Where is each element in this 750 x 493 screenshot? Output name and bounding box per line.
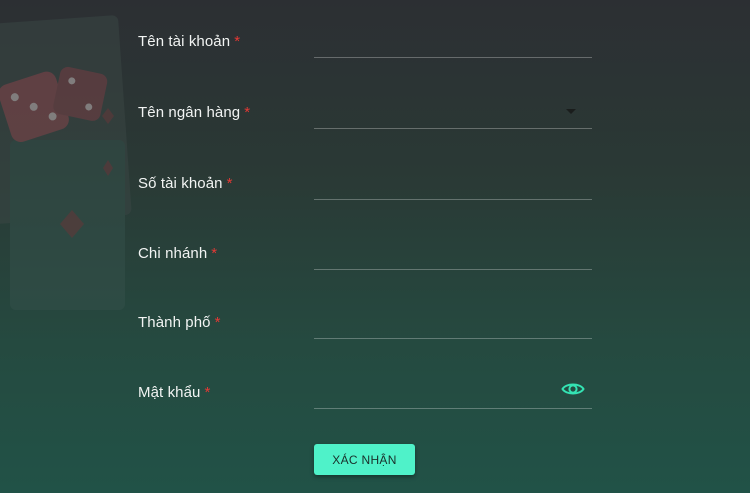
city-label: Thành phố * (138, 314, 221, 331)
required-star: * (244, 104, 251, 121)
account-name-label: Tên tài khoản * (138, 33, 241, 50)
chevron-down-icon[interactable] (566, 109, 576, 114)
required-star: * (226, 175, 233, 192)
account-number-label: Số tài khoản * (138, 175, 233, 192)
account-name-row: Tên tài khoản * (138, 24, 592, 84)
account-number-row: Số tài khoản * (138, 166, 592, 226)
bank-name-select[interactable] (314, 98, 592, 129)
branch-input[interactable] (314, 240, 592, 270)
branch-label: Chi nhánh * (138, 245, 218, 262)
password-label: Mật khẩu * (138, 384, 211, 401)
password-row: Mật khẩu * (138, 374, 592, 434)
city-row: Thành phố * (138, 304, 592, 364)
casino-cards-background-art (0, 15, 132, 310)
password-input[interactable] (314, 379, 592, 409)
branch-row: Chi nhánh * (138, 235, 592, 295)
bank-name-label: Tên ngân hàng * (138, 104, 251, 121)
required-star: * (234, 33, 241, 50)
account-name-input[interactable] (314, 28, 592, 58)
city-input[interactable] (314, 309, 592, 339)
account-number-input[interactable] (314, 170, 592, 200)
required-star: * (211, 245, 218, 262)
submit-button[interactable]: XÁC NHẬN (314, 444, 415, 475)
bank-name-row: Tên ngân hàng * (138, 94, 592, 154)
required-star: * (204, 384, 211, 401)
eye-icon[interactable] (561, 381, 585, 397)
required-star: * (214, 314, 221, 331)
